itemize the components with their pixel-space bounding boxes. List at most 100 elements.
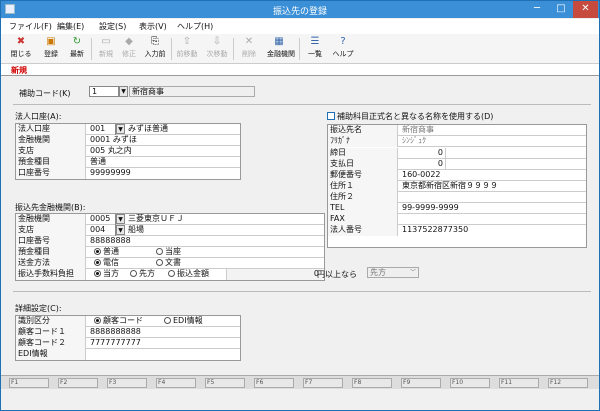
transfer-bank-name: 三菱東京ＵＦＪ bbox=[128, 214, 184, 223]
register-button[interactable]: ▣ 登録 bbox=[39, 36, 63, 62]
toolbar: ✖ 閉じる ▣ 登録 ↻ 最新 ▭ 新規 ◆ 修正 ⎘ 入力前 ⇧ 前移動 ⇩ 次移動 ✕ 削除 … bbox=[1, 34, 599, 64]
mode-label: 新規 bbox=[11, 66, 27, 75]
address-1[interactable]: 東京都新宿区新宿９９９９ bbox=[400, 181, 584, 192]
input-previous-icon: ⎘ bbox=[151, 36, 159, 47]
transfer-branch-dropdown[interactable]: ▼ bbox=[116, 225, 125, 235]
new-button[interactable]: ▭ 新規 bbox=[94, 36, 118, 62]
aux-code-label: 補助コード(K) bbox=[19, 89, 71, 98]
fax[interactable] bbox=[400, 214, 584, 225]
payee-info-table: 振込先名 新宿商事 ﾌﾘｶﾞﾅ ｼﾝｼﾞｭｸ 締日 0 支払日 0 郵便番号 160-00… bbox=[327, 124, 587, 248]
f6-key[interactable]: F6 bbox=[254, 378, 294, 388]
f1-key[interactable]: F1 bbox=[9, 378, 49, 388]
menu-help[interactable]: ヘルプ(H) bbox=[177, 21, 213, 32]
kind-edi-radio[interactable]: EDI情報 bbox=[162, 316, 232, 327]
postal-code[interactable]: 160-0022 bbox=[400, 170, 584, 181]
fee-ours-radio[interactable]: 当方 bbox=[92, 269, 126, 280]
alt-name-checkbox[interactable]: 補助科目正式名と異なる名称を使用する(D) bbox=[327, 111, 493, 122]
next-button[interactable]: ⇩ 次移動 bbox=[205, 36, 229, 62]
aux-name-field: 新宿商事 bbox=[129, 86, 255, 97]
kind-customer-code-radio[interactable]: 顧客コード bbox=[92, 316, 158, 327]
payee-name[interactable]: 新宿商事 bbox=[400, 125, 584, 136]
bank-button[interactable]: ▦ 金融機関 bbox=[267, 36, 295, 62]
bank-icon: ▦ bbox=[274, 36, 284, 47]
menu-edit[interactable]: 編集(E) bbox=[57, 21, 84, 32]
f12-key[interactable]: F12 bbox=[548, 378, 588, 388]
radio-icon bbox=[130, 270, 137, 277]
corp-section-label: 法人口座(A): bbox=[15, 112, 62, 121]
new-icon: ▭ bbox=[101, 36, 111, 47]
form-area: 補助コード(K) 1 ▼ 新宿商事 法人口座(A): 法人口座 001 ▼ みずほ普通… bbox=[1, 77, 599, 373]
transfer-account-number[interactable]: 88888888 bbox=[88, 236, 322, 247]
radio-selected-icon bbox=[94, 270, 101, 277]
corp-account-code[interactable]: 001 bbox=[88, 124, 116, 135]
f2-key[interactable]: F2 bbox=[58, 378, 98, 388]
address-2[interactable] bbox=[400, 192, 584, 203]
f11-key[interactable]: F11 bbox=[499, 378, 539, 388]
radio-icon bbox=[156, 248, 163, 255]
corporate-number[interactable]: 1137522877350 bbox=[400, 225, 584, 236]
transfer-bank-dropdown[interactable]: ▼ bbox=[116, 214, 125, 224]
transfer-bank-code[interactable]: 0005 bbox=[88, 214, 116, 225]
f4-key[interactable]: F4 bbox=[156, 378, 196, 388]
send-document-radio[interactable]: 文書 bbox=[154, 258, 214, 269]
input-previous-button[interactable]: ⎘ 入力前 bbox=[143, 36, 167, 62]
deposit-current-radio[interactable]: 当座 bbox=[154, 247, 214, 258]
edit-button[interactable]: ◆ 修正 bbox=[117, 36, 141, 62]
aux-code-input[interactable]: 1 bbox=[89, 86, 119, 97]
close-icon: ✖ bbox=[16, 36, 26, 47]
menu-settings[interactable]: 設定(S) bbox=[99, 21, 126, 32]
customer-code-1[interactable]: 8888888888 bbox=[88, 327, 238, 338]
window-title: 振込先の登録 bbox=[272, 7, 327, 17]
maximize-button[interactable]: □ bbox=[549, 1, 573, 18]
menu-bar: ファイル(F) 編集(E) 設定(S) 表示(V) ヘルプ(H) bbox=[1, 19, 599, 34]
mode-bar: 新規 bbox=[1, 64, 599, 76]
f8-key[interactable]: F8 bbox=[352, 378, 392, 388]
corp-branch: 005 丸之内 bbox=[90, 146, 132, 155]
help-button[interactable]: ? ヘルプ bbox=[331, 36, 355, 62]
aux-code-dropdown[interactable]: ▼ bbox=[119, 86, 128, 97]
tel[interactable]: 99-9999-9999 bbox=[400, 203, 584, 214]
radio-icon bbox=[164, 317, 171, 324]
chevron-down-icon: ﹀ bbox=[409, 269, 416, 276]
transfer-branch-name: 船場 bbox=[128, 225, 144, 234]
list-button[interactable]: ☰ 一覧 bbox=[303, 36, 327, 62]
radio-selected-icon bbox=[94, 317, 101, 324]
window: 振込先の登録 ─ □ ✕ ファイル(F) 編集(E) 設定(S) 表示(V) ヘ… bbox=[0, 0, 600, 411]
corp-bank: 0001 みずほ bbox=[90, 135, 137, 144]
delete-icon: ✕ bbox=[244, 36, 254, 47]
transfer-branch-code[interactable]: 004 bbox=[88, 225, 116, 236]
edi-info[interactable] bbox=[88, 349, 238, 360]
prev-button[interactable]: ⇧ 前移動 bbox=[175, 36, 199, 62]
refresh-button[interactable]: ↻ 最新 bbox=[65, 36, 89, 62]
title-bar: 振込先の登録 ─ □ ✕ bbox=[1, 1, 599, 18]
menu-view[interactable]: 表示(V) bbox=[139, 21, 167, 32]
radio-selected-icon bbox=[94, 248, 101, 255]
f9-key[interactable]: F9 bbox=[401, 378, 441, 388]
customer-code-2[interactable]: 7777777777 bbox=[88, 338, 238, 349]
f5-key[interactable]: F5 bbox=[205, 378, 245, 388]
fee-payer-select[interactable]: 先方 ﹀ bbox=[367, 267, 419, 278]
f7-key[interactable]: F7 bbox=[303, 378, 343, 388]
corp-account-dropdown[interactable]: ▼ bbox=[116, 124, 125, 134]
payee-furigana[interactable]: ｼﾝｼﾞｭｸ bbox=[400, 136, 584, 147]
transfer-section-label: 振込先金融機関(B): bbox=[15, 203, 86, 212]
fee-suffix-label: 円以上なら bbox=[317, 270, 357, 279]
status-bar bbox=[1, 390, 599, 410]
corp-account-table: 法人口座 001 ▼ みずほ普通 金融機関 0001 みずほ 支店 005 丸之内 預金種… bbox=[15, 123, 241, 180]
send-telegraph-radio[interactable]: 電信 bbox=[92, 258, 152, 269]
close-window-button[interactable]: ✕ bbox=[573, 1, 598, 18]
help-icon: ? bbox=[340, 36, 346, 47]
minimize-button[interactable]: ─ bbox=[525, 1, 549, 18]
closing-day[interactable]: 0 bbox=[400, 148, 446, 159]
payment-day[interactable]: 0 bbox=[400, 159, 446, 170]
fee-theirs-radio[interactable]: 先方 bbox=[128, 269, 164, 280]
delete-button[interactable]: ✕ 削除 bbox=[237, 36, 261, 62]
deposit-ordinary-radio[interactable]: 普通 bbox=[92, 247, 152, 258]
close-button[interactable]: ✖ 閉じる bbox=[9, 36, 33, 62]
f3-key[interactable]: F3 bbox=[107, 378, 147, 388]
detail-section-label: 詳細設定(C): bbox=[15, 304, 62, 313]
f10-key[interactable]: F10 bbox=[450, 378, 490, 388]
fee-threshold-amount[interactable]: 0 bbox=[226, 269, 322, 280]
menu-file[interactable]: ファイル(F) bbox=[9, 21, 52, 32]
fee-amount-radio[interactable]: 振込金額 bbox=[166, 269, 222, 280]
